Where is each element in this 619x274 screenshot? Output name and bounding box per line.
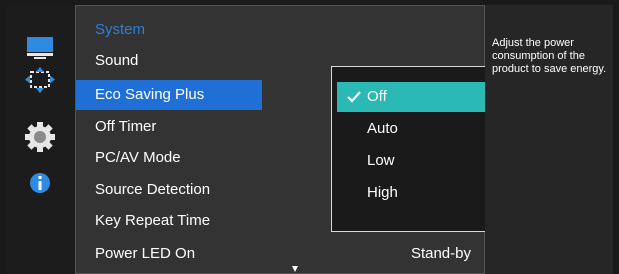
menu-item-sound[interactable]: Sound: [76, 46, 261, 76]
menu-item-pc-av-mode[interactable]: PC/AV Mode: [76, 143, 261, 173]
sidebar: [6, 5, 75, 274]
power-led-value: Stand-by: [410, 245, 471, 262]
monitor-icon[interactable]: [23, 33, 57, 63]
menu-item-eco-saving-plus[interactable]: Eco Saving Plus: [76, 80, 262, 110]
menu-header: System: [95, 21, 146, 38]
checkmark-icon: [347, 82, 361, 112]
menu-item-key-repeat-time[interactable]: Key Repeat Time: [76, 206, 261, 236]
help-panel: Adjust the power consumption of the prod…: [485, 5, 613, 274]
scroll-down-arrow-icon[interactable]: [292, 266, 298, 272]
menu-item-off-timer[interactable]: Off Timer: [76, 112, 261, 142]
option-off-label: Off: [367, 88, 387, 105]
system-menu: System Sound Eco Saving Plus Off Timer P…: [75, 5, 544, 274]
menu-item-source-detection[interactable]: Source Detection: [76, 175, 261, 205]
menu-item-power-led-on[interactable]: Power LED On: [76, 239, 261, 269]
gear-icon[interactable]: [23, 122, 57, 152]
info-icon[interactable]: [23, 168, 57, 198]
picture-size-icon[interactable]: [23, 65, 57, 95]
osd-window: System Sound Eco Saving Plus Off Timer P…: [6, 5, 613, 274]
help-text: Adjust the power consumption of the prod…: [492, 37, 607, 75]
